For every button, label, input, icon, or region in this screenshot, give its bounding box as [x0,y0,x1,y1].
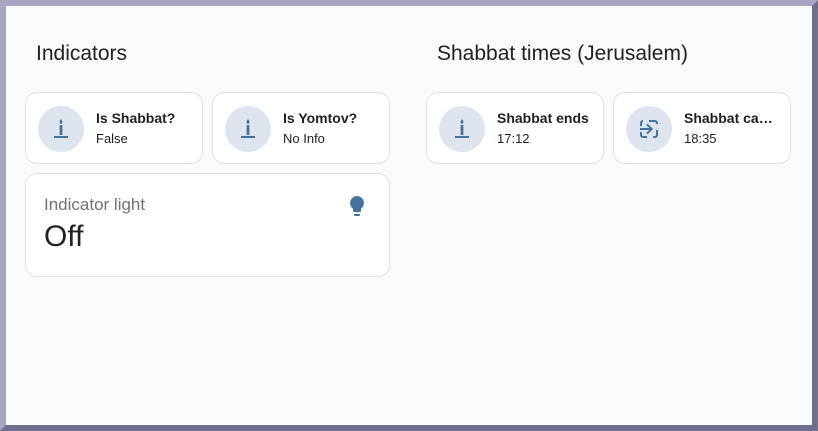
candle-icon [439,106,485,152]
tile-state: 17:12 [497,131,530,146]
candle-icon [38,106,84,152]
tile-state: No Info [283,131,325,146]
tile-state: False [96,131,128,146]
tile-name: Shabbat ends [497,110,589,126]
indicator-light-card[interactable]: Indicator light Off [25,173,390,277]
login-arrow-icon [626,106,672,152]
tile-is-shabbat[interactable]: Is Shabbat? False [25,92,203,164]
tile-name: Shabbat candles [684,110,778,126]
tile-shabbat-ends[interactable]: Shabbat ends 17:12 [426,92,604,164]
tile-state: 18:35 [684,131,717,146]
tile-name: Is Yomtov? [283,110,358,126]
sensor-value: Off [44,220,84,253]
tile-name: Is Shabbat? [96,110,176,126]
tile-shabbat-candles[interactable]: Shabbat candles 18:35 [613,92,791,164]
sensor-name: Indicator light [44,195,146,214]
indicators-title: Indicators [36,42,128,65]
lightbulb-icon [350,196,364,216]
candle-icon [225,106,271,152]
dashboard: Indicators Shabbat times (Jerusalem) Is … [6,6,812,425]
tile-is-yomtov[interactable]: Is Yomtov? No Info [212,92,390,164]
shabbat-times-title: Shabbat times (Jerusalem) [437,42,688,65]
